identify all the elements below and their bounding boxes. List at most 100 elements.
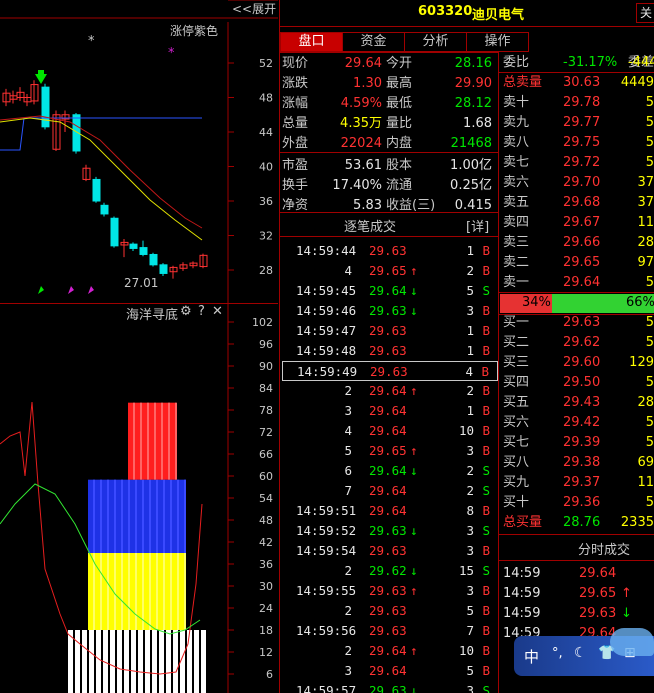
table-row[interactable]: 14:59:49 29.63 4 B xyxy=(282,361,498,381)
trade-volume: 3 xyxy=(466,523,474,538)
quote-label: 涨跌 xyxy=(282,76,309,91)
order-label: 卖五 xyxy=(503,195,530,210)
table-row[interactable]: 2 29.62 ↓ 15 S xyxy=(282,561,498,581)
trade-time: 14:59:46 xyxy=(296,303,357,318)
trade-volume: 3 xyxy=(466,543,474,558)
trade-price: 29.64 xyxy=(369,403,407,418)
trade-time: 4 xyxy=(344,263,352,278)
table-row[interactable]: 3 29.64 1 B xyxy=(282,401,498,421)
quote-value: 4.35万 xyxy=(340,116,382,131)
order-volume: 28 xyxy=(637,235,654,250)
table-row[interactable]: 14:59:48 29.63 1 B xyxy=(282,341,498,361)
close-button[interactable]: 关 xyxy=(636,3,654,23)
order-price: 29.43 xyxy=(563,395,601,410)
order-volume: 5 xyxy=(645,95,654,110)
ask-row[interactable]: 卖十 29.78 5 xyxy=(503,93,654,113)
table-row[interactable]: 14:59:56 29.63 7 B xyxy=(282,621,498,641)
table-row[interactable]: 4 29.64 10 B xyxy=(282,421,498,441)
table-row[interactable]: 14:59:47 29.63 1 B xyxy=(282,321,498,341)
ask-row[interactable]: 卖三 29.66 28 xyxy=(503,233,654,253)
table-row[interactable]: 14:59:46 29.63 ↓ 3 B xyxy=(282,301,498,321)
quote-label: 最低 xyxy=(386,96,413,111)
bid-row[interactable]: 买九 29.37 11 xyxy=(503,473,654,493)
punct-icon[interactable]: °, xyxy=(552,646,563,661)
ask-row[interactable]: 卖九 29.77 5 xyxy=(503,113,654,133)
trade-time: 14:59:56 xyxy=(296,623,357,638)
table-row[interactable]: 14:59:51 29.64 8 B xyxy=(282,501,498,521)
ask-row[interactable]: 卖二 29.65 97 xyxy=(503,253,654,273)
table-row[interactable]: 14:59:45 29.64 ↓ 5 S xyxy=(282,281,498,301)
quote-label: 量比 xyxy=(386,116,413,131)
ime-toolbar[interactable]: 中 °, ☾ 👕 ⊞ xyxy=(514,628,654,676)
indicator-bar-white xyxy=(131,630,136,693)
quote-value: 28.12 xyxy=(454,96,492,111)
table-row[interactable]: 2 29.64 ↑ 10 B xyxy=(282,641,498,661)
tab-pankou[interactable]: 盘口 xyxy=(280,32,343,52)
indicator-bar-white xyxy=(145,630,150,693)
bid-row[interactable]: 买二 29.62 5 xyxy=(503,333,654,353)
table-row[interactable]: 4 29.65 ↑ 2 B xyxy=(282,261,498,281)
ask-row[interactable]: 卖七 29.72 5 xyxy=(503,153,654,173)
quote-label: 内盘 xyxy=(386,136,413,151)
bid-row[interactable]: 买五 29.43 28 xyxy=(503,393,654,413)
quote-label: 涨幅 xyxy=(282,96,309,111)
ratio-bar: 34% 66% xyxy=(500,294,654,313)
indicator-panel[interactable]: 海洋寻底 ⚙ ? ✕ 102 96 90 84 78 72 66 60 54 48 42 36 30 24… xyxy=(0,304,278,693)
ask-row[interactable]: 卖一 29.64 5 xyxy=(503,273,654,293)
table-row[interactable]: 7 29.64 2 S xyxy=(282,481,498,501)
table-row[interactable]: 2 29.63 5 B xyxy=(282,601,498,621)
table-row[interactable]: 14:59:54 29.63 3 B xyxy=(282,541,498,561)
table-row[interactable]: 14:59:57 29.63 ↓ 3 S xyxy=(282,681,498,693)
ask-row[interactable]: 卖五 29.68 37 xyxy=(503,193,654,213)
tab-fenxi[interactable]: 分析 xyxy=(404,32,467,52)
bid-row[interactable]: 买一 29.63 5 xyxy=(503,313,654,333)
quote-value: 17.40% xyxy=(332,178,382,193)
order-label: 买二 xyxy=(503,335,530,350)
indicator-bar-gap xyxy=(177,553,179,630)
order-volume: 28 xyxy=(637,395,654,410)
quote-label: 换手 xyxy=(282,178,309,193)
table-row[interactable]: 3 29.64 5 B xyxy=(282,661,498,681)
trade-volume: 3 xyxy=(466,443,474,458)
bid-row[interactable]: 买三 29.60 129 xyxy=(503,353,654,373)
moon-icon[interactable]: ☾ xyxy=(574,645,587,661)
bid-row[interactable]: 买六 29.42 5 xyxy=(503,413,654,433)
stock-header: 603320 迪贝电气 关 xyxy=(280,0,654,26)
stock-name: 迪贝电气 xyxy=(472,8,525,23)
arrow-down-icon: ↓ xyxy=(410,563,418,578)
minute-trade-time: 14:59 xyxy=(503,586,541,601)
total-sell-row[interactable]: 总卖量 30.63 4449 xyxy=(503,73,654,93)
ask-row[interactable]: 卖八 29.75 5 xyxy=(503,133,654,153)
table-row[interactable]: 6 29.64 ↓ 2 S xyxy=(282,461,498,481)
table-row[interactable]: 14:59:44 29.63 1 B xyxy=(282,241,498,261)
bid-row[interactable]: 买八 29.38 69 xyxy=(503,453,654,473)
y-tick-label: 78 xyxy=(259,404,273,417)
bid-row[interactable]: 买四 29.50 5 xyxy=(503,373,654,393)
bid-row[interactable]: 买七 29.39 5 xyxy=(503,433,654,453)
tab-caozuo[interactable]: 操作 xyxy=(466,32,529,52)
ask-row[interactable]: 卖四 29.67 11 xyxy=(503,213,654,233)
order-price: -31.17% xyxy=(563,55,618,70)
indicator-bar-gap xyxy=(161,402,163,480)
trade-price: 29.63 xyxy=(369,583,407,598)
table-row[interactable]: 5 29.65 ↑ 3 B xyxy=(282,441,498,461)
trade-side: S xyxy=(482,283,490,298)
kline-panel[interactable]: <<展开 涨停紫色 52 48 44 40 36 32 28 * * 27.01 xyxy=(0,0,278,303)
candle-body xyxy=(139,247,148,255)
order-price: 30.63 xyxy=(563,75,601,90)
indicator-bar-gap xyxy=(121,553,123,630)
trade-volume: 7 xyxy=(466,623,474,638)
trade-time: 14:59:45 xyxy=(296,283,357,298)
ask-row[interactable]: 卖六 29.70 37 xyxy=(503,173,654,193)
trade-price: 29.63 xyxy=(369,603,407,618)
weicha-value: -4449 xyxy=(628,55,654,70)
total-buy-row[interactable]: 总买量 28.76 2335 xyxy=(503,513,654,533)
table-row[interactable]: 14:59:52 29.63 ↓ 3 S xyxy=(282,521,498,541)
ime-language-toggle[interactable]: 中 xyxy=(524,646,539,667)
table-row[interactable]: 14:59:55 29.63 ↑ 3 B xyxy=(282,581,498,601)
table-row[interactable]: 2 29.64 ↑ 2 B xyxy=(282,381,498,401)
bid-row[interactable]: 买十 29.36 5 xyxy=(503,493,654,513)
star-marker: * xyxy=(88,34,95,49)
tab-zijin[interactable]: 资金 xyxy=(342,32,405,52)
trades-detail-button[interactable]: [详] xyxy=(466,216,489,235)
